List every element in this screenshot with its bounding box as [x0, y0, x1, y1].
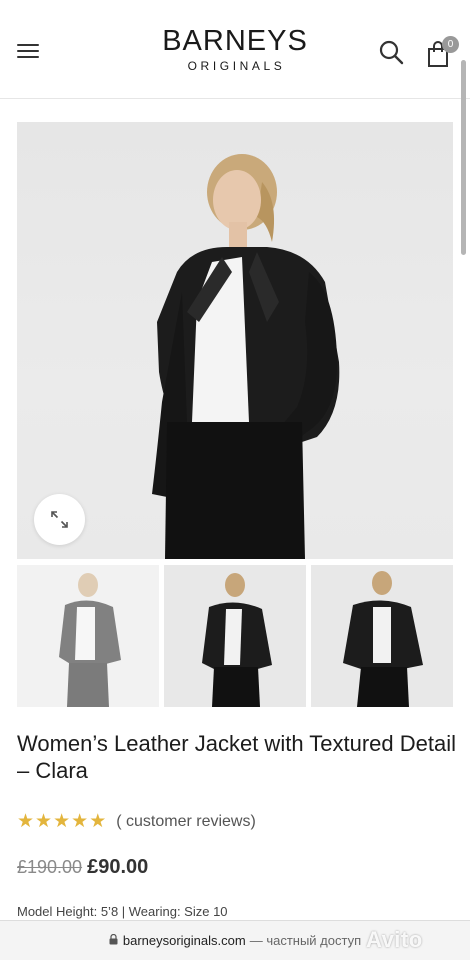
lock-icon — [109, 933, 118, 948]
site-logo[interactable]: BARNEYS ORIGINALS — [160, 26, 310, 73]
star-icon: ★ — [71, 811, 89, 832]
thumbnail-image-3[interactable] — [311, 565, 453, 707]
thumbnail-photo-1 — [59, 573, 121, 707]
url-domain: barneysoriginals.com — [122, 933, 246, 948]
thumbnail-photo-2 — [202, 573, 272, 707]
avito-watermark: Avito — [366, 927, 423, 952]
url-access-note: — частный доступ — [249, 933, 362, 948]
expand-icon — [51, 511, 68, 528]
rating-stars[interactable]: ★ ★ ★ ★ ★ — [17, 812, 106, 832]
sale-price: £90.00 — [87, 856, 149, 878]
product-title: Women’s Leather Jacket with Textured Det… — [17, 731, 457, 783]
old-price: £190.00 — [17, 857, 83, 877]
star-icon: ★ — [89, 811, 107, 832]
cart-count-badge: 0 — [442, 36, 459, 53]
browser-url-bar[interactable]: barneysoriginals.com — частный доступ Av… — [0, 920, 470, 960]
star-icon: ★ — [17, 811, 35, 832]
product-price: £190.00 £90.00 — [17, 856, 148, 879]
product-rating: ★ ★ ★ ★ ★ ( customer reviews) — [17, 811, 256, 833]
shopping-bag-icon[interactable]: 0 — [424, 36, 460, 68]
scrollbar[interactable] — [461, 60, 466, 255]
thumbnail-image-1[interactable] — [17, 565, 159, 707]
site-header: BARNEYS ORIGINALS 0 — [0, 0, 470, 99]
star-icon: ★ — [53, 811, 71, 832]
thumbnail-photo-3 — [343, 571, 423, 707]
logo-sub-text: ORIGINALS — [187, 59, 286, 73]
model-photo-illustration — [152, 154, 340, 559]
product-main-image[interactable] — [17, 122, 453, 559]
customer-reviews-link[interactable]: ( customer reviews) — [116, 813, 256, 831]
hamburger-menu-icon[interactable] — [17, 42, 39, 60]
star-icon: ★ — [35, 811, 53, 832]
zoom-button[interactable] — [34, 494, 85, 545]
search-icon[interactable] — [378, 39, 404, 65]
model-info: Model Height: 5’8 | Wearing: Size 10 — [17, 904, 228, 919]
thumbnail-image-2[interactable] — [164, 565, 306, 707]
logo-main-text: BARNEYS — [162, 25, 308, 57]
